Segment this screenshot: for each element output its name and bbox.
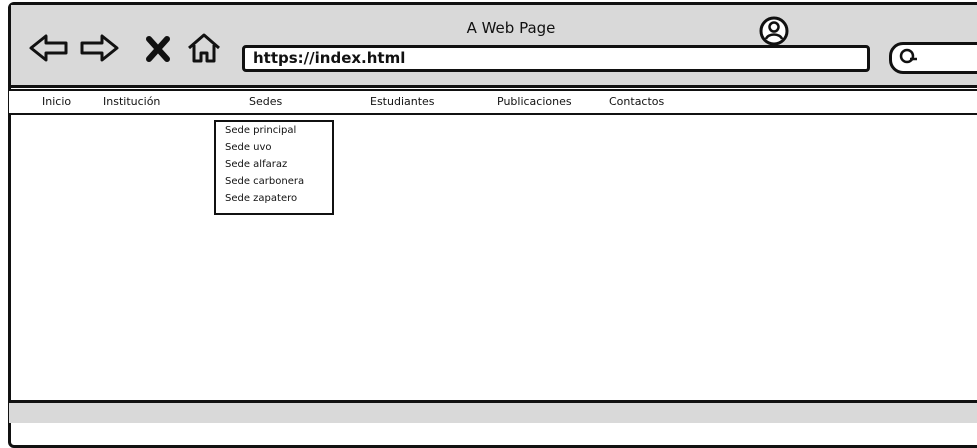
search-icon — [899, 48, 917, 64]
dropdown-item-sede-principal[interactable]: Sede principal — [225, 125, 296, 136]
browser-toolbar: A Web Page https://index.html — [11, 5, 977, 88]
menu-item-estudiantes[interactable]: Estudiantes — [370, 95, 435, 108]
dropdown-item-sede-uvo[interactable]: Sede uvo — [225, 142, 272, 153]
address-bar[interactable]: https://index.html — [242, 45, 870, 72]
account-icon[interactable] — [758, 15, 790, 47]
menu-item-institucion[interactable]: Institución — [103, 95, 160, 108]
close-icon[interactable] — [144, 31, 172, 65]
menu-item-contactos[interactable]: Contactos — [609, 95, 664, 108]
menu-item-sedes[interactable]: Sedes — [249, 95, 282, 108]
forward-arrow-icon[interactable] — [78, 31, 120, 65]
sedes-dropdown: Sede principal Sede uvo Sede alfaraz Sed… — [214, 120, 334, 215]
back-arrow-icon[interactable] — [28, 31, 70, 65]
address-text: https://index.html — [253, 49, 406, 67]
menu-item-publicaciones[interactable]: Publicaciones — [497, 95, 572, 108]
dropdown-item-sede-zapatero[interactable]: Sede zapatero — [225, 193, 297, 204]
status-bar — [9, 400, 977, 423]
menu-item-inicio[interactable]: Inicio — [42, 95, 71, 108]
dropdown-item-sede-carbonera[interactable]: Sede carbonera — [225, 176, 304, 187]
home-icon[interactable] — [186, 31, 222, 65]
dropdown-item-sede-alfaraz[interactable]: Sede alfaraz — [225, 159, 287, 170]
main-menu: Inicio Institución Sedes Estudiantes Pub… — [9, 89, 977, 115]
browser-window: A Web Page https://index.html — [8, 2, 977, 448]
search-box[interactable] — [889, 42, 977, 74]
